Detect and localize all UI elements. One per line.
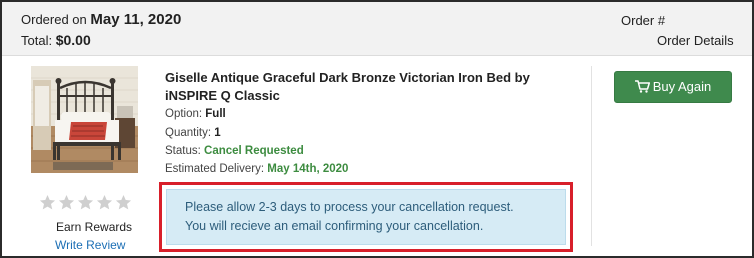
cart-icon bbox=[634, 80, 650, 93]
total-label: Total: bbox=[21, 33, 53, 48]
buy-again-label: Buy Again bbox=[652, 79, 712, 94]
product-option: Option: Full bbox=[165, 108, 226, 120]
product-quantity: Quantity: 1 bbox=[165, 127, 221, 139]
estimated-delivery: Estimated Delivery: May 14th, 2020 bbox=[165, 163, 348, 175]
star-icon[interactable] bbox=[58, 194, 75, 211]
ordered-on: Ordered on May 11, 2020 bbox=[21, 11, 181, 28]
product-image[interactable] bbox=[31, 66, 138, 173]
ordered-date: May 11, 2020 bbox=[90, 11, 182, 28]
order-details-link[interactable]: Order Details bbox=[657, 33, 734, 48]
status-value: Cancel Requested bbox=[204, 145, 304, 157]
order-header: Ordered on May 11, 2020 Total: $0.00 Ord… bbox=[2, 2, 752, 56]
order-number-label: Order # bbox=[621, 13, 666, 28]
star-icon[interactable] bbox=[115, 194, 132, 211]
cancellation-notice: Please allow 2-3 days to process your ca… bbox=[166, 189, 566, 245]
star-icon[interactable] bbox=[77, 194, 94, 211]
delivery-label: Estimated Delivery: bbox=[165, 163, 265, 175]
write-review-link[interactable]: Write Review bbox=[55, 238, 125, 252]
order-card: Ordered on May 11, 2020 Total: $0.00 Ord… bbox=[0, 0, 754, 258]
column-divider bbox=[591, 66, 592, 246]
buy-again-button[interactable]: Buy Again bbox=[614, 71, 732, 103]
order-status: Status: Cancel Requested bbox=[165, 145, 304, 157]
quantity-label: Quantity: bbox=[165, 127, 212, 139]
quantity-value: 1 bbox=[214, 127, 221, 139]
total-value: $0.00 bbox=[55, 32, 91, 48]
star-icon[interactable] bbox=[96, 194, 113, 211]
ordered-on-label: Ordered on bbox=[21, 12, 87, 27]
option-label: Option: bbox=[165, 108, 203, 120]
status-label: Status: bbox=[165, 145, 201, 157]
iron-bed-photo bbox=[31, 66, 138, 173]
star-rating[interactable] bbox=[39, 194, 134, 212]
delivery-value: May 14th, 2020 bbox=[267, 163, 349, 175]
order-total: Total: $0.00 bbox=[21, 32, 91, 48]
option-value: Full bbox=[205, 108, 226, 120]
notice-line-1: Please allow 2-3 days to process your ca… bbox=[185, 200, 514, 214]
earn-rewards-label: Earn Rewards bbox=[56, 220, 133, 234]
star-icon[interactable] bbox=[39, 194, 56, 211]
product-title[interactable]: Giselle Antique Graceful Dark Bronze Vic… bbox=[165, 69, 565, 105]
notice-line-2: You will recieve an email confirming you… bbox=[185, 219, 484, 233]
